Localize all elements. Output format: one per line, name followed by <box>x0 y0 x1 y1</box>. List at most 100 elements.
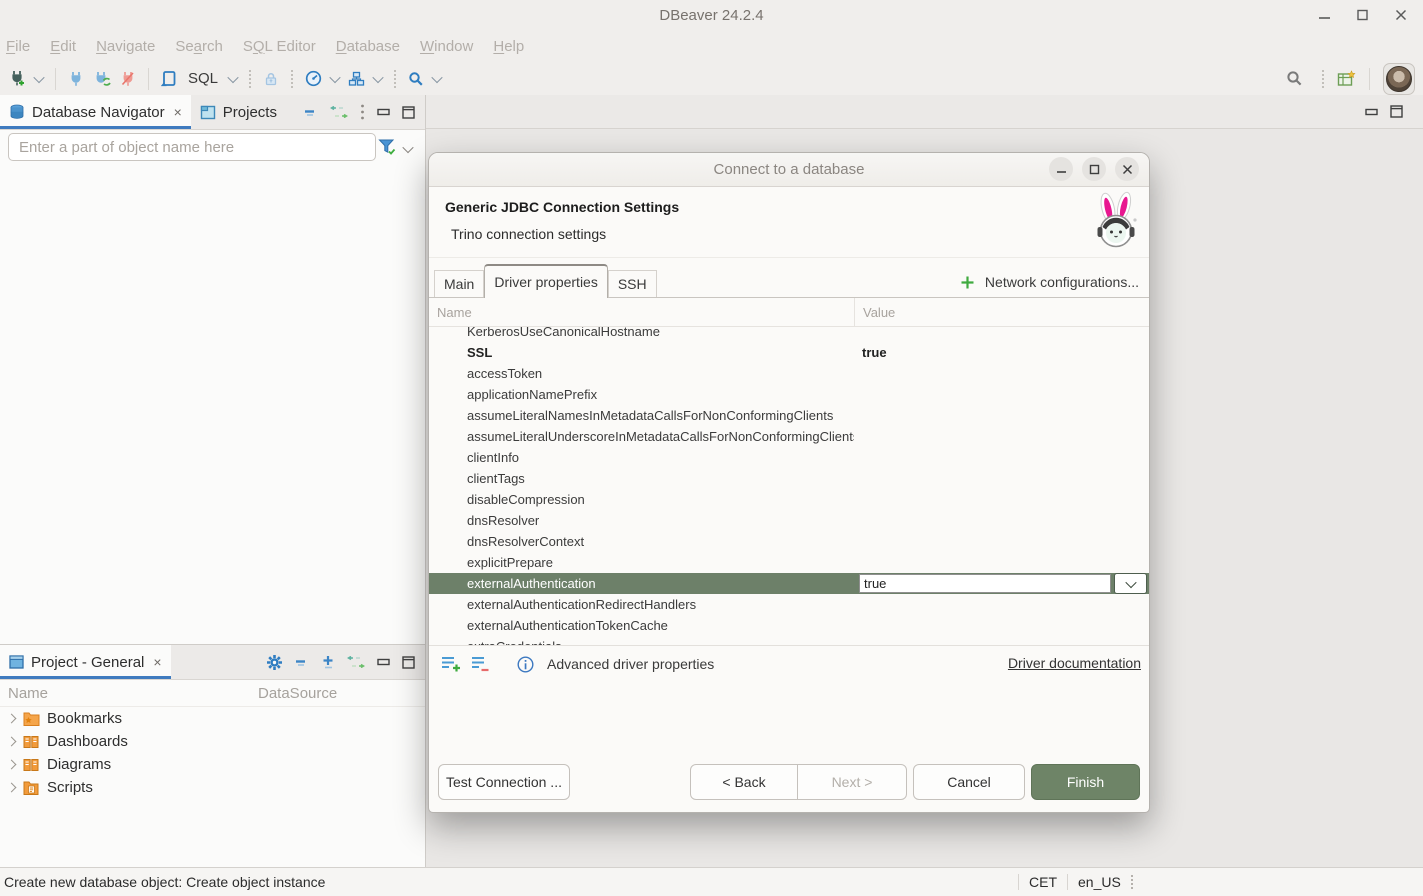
property-row-extraCredentials[interactable]: extraCredentials <box>429 636 1149 646</box>
tree-item-scripts[interactable]: Scripts <box>0 776 425 799</box>
expand-chevron-icon[interactable] <box>7 714 17 724</box>
property-row-disableCompression[interactable]: disableCompression <box>429 489 1149 510</box>
link-with-editor-icon[interactable] <box>330 106 348 118</box>
back-button[interactable]: < Back <box>690 764 798 800</box>
finish-button[interactable]: Finish <box>1031 764 1140 800</box>
network-icon[interactable] <box>348 71 365 87</box>
property-row-externalAuthenticationRedirectHandlers[interactable]: externalAuthenticationRedirectHandlers <box>429 594 1149 615</box>
new-connection-icon[interactable] <box>8 70 26 87</box>
gauge-dropdown-icon[interactable] <box>329 71 340 82</box>
property-value <box>854 615 1149 636</box>
connect-icon[interactable] <box>68 71 84 87</box>
tree-item-dashboards[interactable]: Dashboards <box>0 730 425 753</box>
window-close-icon[interactable] <box>1393 7 1409 23</box>
tab-project-general[interactable]: Project - General × <box>0 645 171 679</box>
collapse-all-icon[interactable] <box>295 657 309 667</box>
search-dropdown-icon[interactable] <box>431 71 442 82</box>
expand-all-icon[interactable] <box>321 655 335 669</box>
property-row-assumeLiteralNamesInMetadataCallsForNonConformingClients[interactable]: assumeLiteralNamesInMetadataCallsForNonC… <box>429 405 1149 426</box>
dialog-titlebar[interactable]: Connect to a database <box>429 153 1149 187</box>
dialog-close-icon[interactable] <box>1115 157 1139 181</box>
open-perspective-icon[interactable] <box>1337 70 1356 88</box>
collapse-all-icon[interactable] <box>304 107 318 117</box>
panel-maximize-icon[interactable] <box>402 656 415 669</box>
tree-item-bookmarks[interactable]: Bookmarks <box>0 707 425 730</box>
property-row-externalAuthentication[interactable]: externalAuthentication <box>429 573 1149 594</box>
property-row-dnsResolver[interactable]: dnsResolver <box>429 510 1149 531</box>
link-with-editor-icon[interactable] <box>347 656 365 668</box>
settings-gear-icon[interactable] <box>266 654 283 671</box>
dialog-minimize-icon[interactable] <box>1049 157 1073 181</box>
remove-property-icon[interactable] <box>471 655 489 673</box>
menu-item-navigate[interactable]: Navigate <box>96 38 155 55</box>
property-row-accessToken[interactable]: accessToken <box>429 363 1149 384</box>
property-row-assumeLiteralUnderscoreInMetadataCallsForNonConformingClients[interactable]: assumeLiteralUnderscoreInMetadataCallsFo… <box>429 426 1149 447</box>
menu-item-database[interactable]: Database <box>336 38 400 55</box>
property-table[interactable]: KerberosUseCanonicalHostnameSSLtrueacces… <box>429 327 1149 646</box>
dashboards-icon <box>23 734 40 749</box>
window-minimize-icon[interactable] <box>1317 7 1333 23</box>
expand-chevron-icon[interactable] <box>7 760 17 770</box>
tab-close-icon[interactable]: × <box>174 104 182 120</box>
prop-table-body: KerberosUseCanonicalHostnameSSLtrueacces… <box>429 327 1149 646</box>
expand-chevron-icon[interactable] <box>7 783 17 793</box>
disconnect-icon[interactable] <box>120 71 136 87</box>
dialog-tab-driver-properties[interactable]: Driver properties <box>484 264 607 298</box>
driver-documentation-link[interactable]: Driver documentation <box>1008 655 1141 671</box>
dialog-tab-ssh[interactable]: SSH <box>608 270 657 297</box>
property-value-input[interactable] <box>859 574 1111 593</box>
quick-search-icon[interactable] <box>1286 70 1303 87</box>
menu-item-window[interactable]: Window <box>420 38 473 55</box>
dialog-tab-main[interactable]: Main <box>434 270 484 297</box>
tab-database-navigator[interactable]: Database Navigator × <box>0 95 191 129</box>
property-value-dropdown-button[interactable] <box>1114 573 1147 594</box>
tree-item-diagrams[interactable]: Diagrams <box>0 753 425 776</box>
property-row-dnsResolverContext[interactable]: dnsResolverContext <box>429 531 1149 552</box>
filter-dropdown-icon[interactable] <box>402 142 413 153</box>
search-icon[interactable] <box>408 71 424 87</box>
property-row-applicationNamePrefix[interactable]: applicationNamePrefix <box>429 384 1149 405</box>
cancel-button[interactable]: Cancel <box>913 764 1025 800</box>
navigator-body[interactable] <box>0 165 425 645</box>
sql-editor-dropdown-icon[interactable] <box>227 71 238 82</box>
menu-item-file[interactable]: File <box>6 38 30 55</box>
object-filter-input[interactable] <box>8 133 376 161</box>
scripts-folder-icon <box>23 780 40 795</box>
panel-minimize-icon[interactable] <box>377 658 390 666</box>
property-row-clientTags[interactable]: clientTags <box>429 468 1149 489</box>
view-menu-icon[interactable] <box>360 104 365 120</box>
property-row-SSL[interactable]: SSLtrue <box>429 342 1149 363</box>
network-configurations-button[interactable]: Network configurations... <box>960 274 1139 290</box>
menu-item-help[interactable]: Help <box>493 38 524 55</box>
panel-maximize-icon[interactable] <box>402 106 415 119</box>
expand-chevron-icon[interactable] <box>7 737 17 747</box>
status-locale[interactable]: en_US <box>1078 874 1121 890</box>
menu-item-search[interactable]: Search <box>175 38 223 55</box>
property-row-clientInfo[interactable]: clientInfo <box>429 447 1149 468</box>
panel-minimize-icon[interactable] <box>377 108 390 116</box>
dialog-maximize-icon[interactable] <box>1082 157 1106 181</box>
window-maximize-icon[interactable] <box>1355 7 1371 23</box>
property-row-KerberosUseCanonicalHostname[interactable]: KerberosUseCanonicalHostname <box>429 327 1149 342</box>
chevron-down-icon <box>1125 576 1136 587</box>
filter-funnel-icon[interactable] <box>378 138 397 156</box>
user-avatar-button[interactable] <box>1383 63 1415 95</box>
property-row-explicitPrepare[interactable]: explicitPrepare <box>429 552 1149 573</box>
new-connection-dropdown-icon[interactable] <box>33 71 44 82</box>
property-row-externalAuthenticationTokenCache[interactable]: externalAuthenticationTokenCache <box>429 615 1149 636</box>
editor-minimize-icon[interactable] <box>1365 108 1378 116</box>
left-panel-column: Database Navigator × Projects <box>0 95 426 868</box>
sql-editor-icon[interactable] <box>161 70 177 87</box>
reconnect-icon[interactable] <box>93 71 111 87</box>
menu-item-sql-editor[interactable]: SQL Editor <box>243 38 316 55</box>
tab-close-icon[interactable]: × <box>153 654 161 670</box>
status-timezone[interactable]: CET <box>1029 874 1057 890</box>
network-dropdown-icon[interactable] <box>372 71 383 82</box>
sql-editor-label[interactable]: SQL <box>188 70 218 87</box>
tab-projects[interactable]: Projects <box>191 95 286 129</box>
add-property-icon[interactable] <box>441 655 462 673</box>
dashboard-gauge-icon[interactable] <box>305 70 322 87</box>
menu-item-edit[interactable]: Edit <box>50 38 76 55</box>
test-connection-button[interactable]: Test Connection ... <box>438 764 570 800</box>
editor-maximize-icon[interactable] <box>1390 105 1403 118</box>
